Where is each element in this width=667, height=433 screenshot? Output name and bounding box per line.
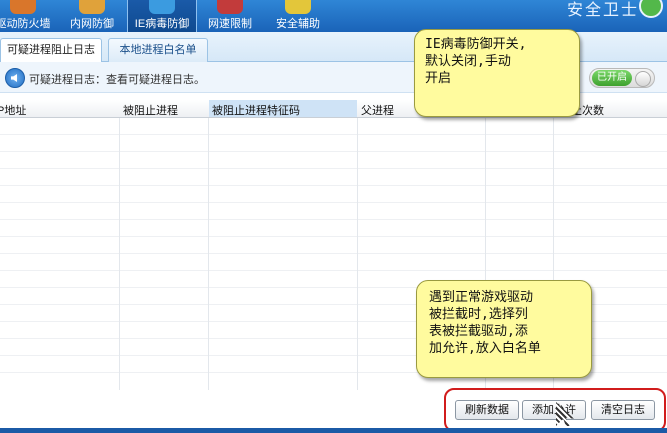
speaker-icon <box>5 68 25 88</box>
toggle-label: 已开启 <box>592 70 632 86</box>
column-header-ip[interactable]: IP地址 <box>0 102 26 118</box>
column-header-blocked-signature[interactable]: 被阻止进程特征码 <box>209 100 357 117</box>
lan-defense-icon <box>79 0 105 14</box>
toolbar-label: IE病毒防御 <box>134 18 190 30</box>
tab-suspicious-process-log[interactable]: 可疑进程阻止日志 <box>0 38 102 63</box>
callout-line: 遇到正常游戏驱动 <box>429 290 534 305</box>
callout-line: 表被拦截驱动,添 <box>429 324 528 339</box>
callout-line: 开启 <box>425 71 452 86</box>
column-header-parent-process[interactable]: 父进程 <box>361 102 394 118</box>
toolbar-label: 内网防御 <box>70 18 114 30</box>
status-bar <box>0 428 667 433</box>
security-assist-icon <box>285 0 311 14</box>
callout-line: 默认关闭,手动 <box>425 54 511 69</box>
toolbar-item-firewall[interactable]: 驱动防火墙 <box>0 0 52 32</box>
toolbar-item-lan-defense[interactable]: 内网防御 <box>60 0 124 32</box>
brand-title: 安全卫士 <box>566 0 639 19</box>
info-text: 可疑进程日志：查看可疑进程日志。 <box>29 74 205 86</box>
speed-limit-icon <box>217 0 243 14</box>
callout-line: IE病毒防御开关, <box>425 37 527 52</box>
callout-whitelist-tip: 遇到正常游戏驱动 被拦截时,选择列 表被拦截驱动,添 加允许,放入白名单 <box>416 280 592 378</box>
top-toolbar: 驱动防火墙 内网防御 IE病毒防御 网速限制 安全辅助 安全卫士 <box>0 0 667 32</box>
toolbar-label: 安全辅助 <box>276 18 320 30</box>
toolbar-label: 驱动防火墙 <box>0 18 51 30</box>
toolbar-item-security-assist[interactable]: 安全辅助 <box>268 0 328 32</box>
callout-line: 被拦截时,选择列 <box>429 307 528 322</box>
toolbar-item-speed-limit[interactable]: 网速限制 <box>200 0 260 32</box>
callout-line: 加允许,放入白名单 <box>429 341 541 356</box>
column-header-blocked-process[interactable]: 被阻止进程 <box>123 102 178 118</box>
toolbar-item-ie-virus-defense[interactable]: IE病毒防御 <box>127 0 197 32</box>
add-allow-button[interactable]: 添加允许 <box>522 400 586 420</box>
tab-local-process-whitelist[interactable]: 本地进程白名单 <box>108 38 208 62</box>
refresh-data-button[interactable]: 刷新数据 <box>455 400 519 420</box>
ie-shield-icon <box>149 0 175 14</box>
clear-log-button[interactable]: 清空日志 <box>591 400 655 420</box>
firewall-icon <box>10 0 36 14</box>
toolbar-label: 网速限制 <box>208 18 252 30</box>
callout-toggle-tip: IE病毒防御开关, 默认关闭,手动 开启 <box>414 29 580 117</box>
toggle-knob <box>635 71 651 87</box>
brand-logo-icon <box>639 0 663 18</box>
ie-defense-toggle[interactable]: 已开启 <box>589 68 655 88</box>
